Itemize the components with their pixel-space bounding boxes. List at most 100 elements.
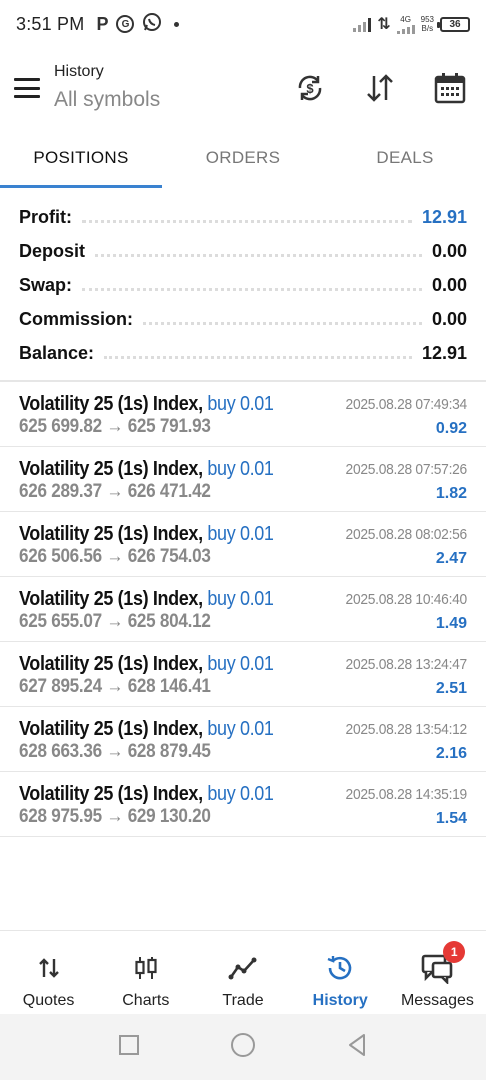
tab-deals[interactable]: DEALS bbox=[324, 134, 486, 190]
close-price: 628 146.41 bbox=[127, 676, 211, 697]
currency-exchange-icon[interactable]: $ bbox=[290, 68, 330, 108]
position-time: 2025.08.28 08:02:56 bbox=[345, 526, 468, 543]
position-profit: 1.82 bbox=[435, 485, 467, 502]
open-price: 627 895.24 bbox=[19, 676, 102, 697]
list-item[interactable]: Volatility 25 (1s) Index, buy 0.01 628 9… bbox=[0, 772, 486, 837]
recent-apps-icon[interactable] bbox=[118, 1034, 140, 1061]
symbol-name: Volatility 25 (1s) Index, bbox=[19, 718, 203, 740]
home-icon[interactable] bbox=[230, 1032, 256, 1063]
position-symbol: Volatility 25 (1s) Index, buy 0.01 bbox=[19, 458, 274, 481]
position-prices: 628 663.36 → 628 879.45 bbox=[19, 741, 211, 763]
history-clock-icon bbox=[325, 951, 355, 985]
trade-side: buy 0.01 bbox=[207, 523, 274, 545]
position-time: 2025.08.28 13:54:12 bbox=[345, 721, 468, 738]
nav-quotes[interactable]: Quotes bbox=[0, 931, 97, 1014]
status-bar: 3:51 PM P G ⇅ 4G 953 B/s 36 bbox=[0, 0, 486, 48]
open-price: 626 506.56 bbox=[19, 546, 102, 567]
open-price: 625 655.07 bbox=[19, 611, 102, 632]
trade-side: buy 0.01 bbox=[207, 393, 274, 415]
tab-orders[interactable]: ORDERS bbox=[162, 134, 324, 190]
position-symbol: Volatility 25 (1s) Index, buy 0.01 bbox=[19, 523, 274, 546]
open-price: 628 663.36 bbox=[19, 741, 102, 762]
arrow-icon: → bbox=[106, 481, 124, 502]
summary-row-profit: Profit: 12.91 bbox=[0, 200, 486, 234]
page-title: History bbox=[54, 63, 104, 80]
position-symbol: Volatility 25 (1s) Index, buy 0.01 bbox=[19, 783, 274, 806]
nav-history[interactable]: History bbox=[292, 931, 389, 1014]
trade-side: buy 0.01 bbox=[207, 588, 274, 610]
arrow-icon: → bbox=[106, 676, 124, 697]
list-item[interactable]: Volatility 25 (1s) Index, buy 0.01 628 6… bbox=[0, 707, 486, 772]
position-prices: 628 975.95 → 629 130.20 bbox=[19, 806, 211, 828]
account-summary: Profit: 12.91 Deposit 0.00 Swap: 0.00 Co… bbox=[0, 200, 486, 370]
signal-strength-icon bbox=[353, 16, 372, 32]
positions-list: Volatility 25 (1s) Index, buy 0.01 625 6… bbox=[0, 382, 486, 837]
status-right: ⇅ 4G 953 B/s 36 bbox=[353, 14, 470, 34]
p-app-icon: P bbox=[96, 13, 109, 34]
summary-row-deposit: Deposit 0.00 bbox=[0, 234, 486, 268]
summary-row-commission: Commission: 0.00 bbox=[0, 302, 486, 336]
summary-label: Deposit bbox=[19, 240, 86, 261]
position-symbol: Volatility 25 (1s) Index, buy 0.01 bbox=[19, 718, 274, 741]
notification-icons: P G bbox=[96, 12, 180, 37]
list-item[interactable]: Volatility 25 (1s) Index, buy 0.01 627 8… bbox=[0, 642, 486, 707]
nav-trade[interactable]: Trade bbox=[194, 931, 291, 1014]
back-icon[interactable] bbox=[346, 1033, 368, 1062]
menu-icon[interactable] bbox=[14, 78, 40, 98]
close-price: 625 791.93 bbox=[127, 416, 211, 437]
summary-label: Profit: bbox=[19, 206, 72, 227]
position-time: 2025.08.28 10:46:40 bbox=[345, 591, 468, 608]
close-price: 625 804.12 bbox=[127, 611, 211, 632]
dotted-leader bbox=[143, 321, 422, 325]
nav-label: Charts bbox=[122, 992, 170, 1009]
network-speed: 953 B/s bbox=[421, 15, 434, 33]
nav-label: Trade bbox=[222, 992, 264, 1009]
position-profit: 2.51 bbox=[435, 680, 467, 697]
summary-value: 12.91 bbox=[421, 206, 467, 227]
position-time: 2025.08.28 14:35:19 bbox=[345, 786, 468, 803]
symbol-filter[interactable]: All symbols bbox=[54, 88, 160, 112]
svg-text:$: $ bbox=[306, 81, 314, 96]
list-item[interactable]: Volatility 25 (1s) Index, buy 0.01 625 6… bbox=[0, 577, 486, 642]
data-transfer-icon: ⇅ bbox=[377, 16, 391, 33]
summary-label: Commission: bbox=[19, 308, 134, 329]
position-time: 2025.08.28 13:24:47 bbox=[345, 656, 468, 673]
candlestick-icon bbox=[133, 951, 159, 985]
dotted-leader bbox=[82, 219, 412, 223]
quotes-arrows-icon bbox=[37, 951, 61, 985]
more-notifications-dot-icon bbox=[174, 21, 180, 27]
list-item[interactable]: Volatility 25 (1s) Index, buy 0.01 626 2… bbox=[0, 447, 486, 512]
symbol-name: Volatility 25 (1s) Index, bbox=[19, 458, 203, 480]
battery-level: 36 bbox=[449, 18, 461, 30]
g-app-icon: G bbox=[116, 15, 135, 33]
summary-value: 12.91 bbox=[421, 342, 467, 363]
close-price: 626 471.42 bbox=[127, 481, 211, 502]
position-profit: 1.54 bbox=[435, 810, 467, 827]
list-item[interactable]: Volatility 25 (1s) Index, buy 0.01 626 5… bbox=[0, 512, 486, 577]
position-prices: 626 289.37 → 626 471.42 bbox=[19, 481, 211, 503]
position-time: 2025.08.28 07:57:26 bbox=[345, 461, 468, 478]
symbol-name: Volatility 25 (1s) Index, bbox=[19, 783, 203, 805]
network-speed-unit: B/s bbox=[421, 24, 434, 33]
nav-charts[interactable]: Charts bbox=[97, 931, 194, 1014]
whatsapp-icon bbox=[142, 12, 162, 37]
trade-line-icon bbox=[228, 951, 258, 985]
trade-side: buy 0.01 bbox=[207, 718, 274, 740]
position-prices: 627 895.24 → 628 146.41 bbox=[19, 676, 211, 698]
trade-side: buy 0.01 bbox=[207, 653, 274, 675]
nav-label: Quotes bbox=[22, 992, 75, 1009]
close-price: 626 754.03 bbox=[127, 546, 211, 567]
position-profit: 2.47 bbox=[435, 550, 467, 567]
network-type-label: 4G bbox=[400, 14, 411, 24]
symbol-name: Volatility 25 (1s) Index, bbox=[19, 523, 203, 545]
calendar-icon[interactable] bbox=[430, 68, 470, 108]
battery-icon: 36 bbox=[437, 16, 470, 32]
summary-label: Balance: bbox=[19, 342, 95, 363]
list-item[interactable]: Volatility 25 (1s) Index, buy 0.01 625 6… bbox=[0, 382, 486, 447]
tab-positions[interactable]: POSITIONS bbox=[0, 134, 162, 190]
nav-messages[interactable]: 1 Messages bbox=[389, 931, 486, 1014]
system-navigation-bar bbox=[0, 1014, 486, 1080]
arrow-icon: → bbox=[106, 806, 124, 827]
open-price: 625 699.82 bbox=[19, 416, 102, 437]
sort-icon[interactable] bbox=[360, 68, 400, 108]
